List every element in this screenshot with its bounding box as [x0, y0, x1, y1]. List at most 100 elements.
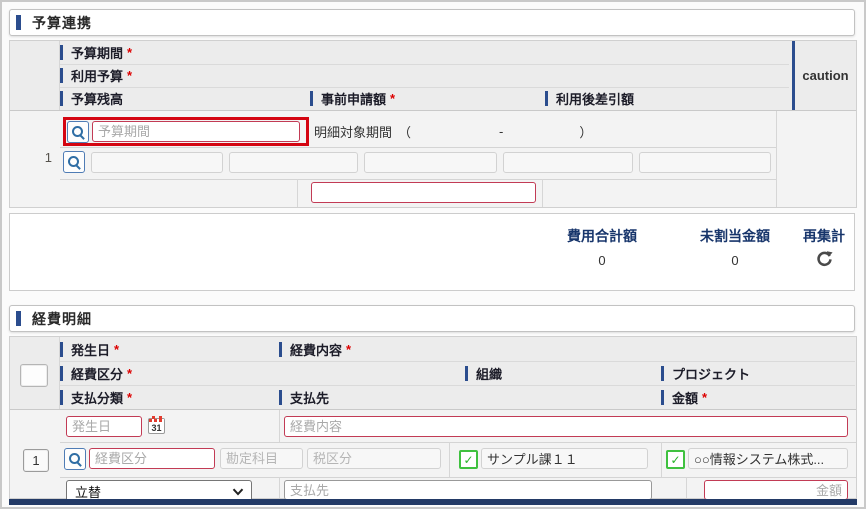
after-use-balance-label: 利用後差引額 [556, 92, 635, 107]
detail-target-period: 明細対象期間 （ - ） [314, 117, 592, 146]
project-input [688, 448, 848, 469]
recalculate-item: 再集計 [784, 226, 864, 270]
advance-request-amount-input[interactable] [311, 182, 536, 203]
search-icon-handle [75, 164, 81, 170]
header-accent-bar [545, 91, 548, 106]
header-accent-bar [60, 389, 63, 405]
expense-section-header: 経費明細 [9, 305, 855, 332]
expense-row-number-box[interactable]: 1 [23, 449, 49, 472]
budget-section-header: 予算連携 [9, 9, 855, 36]
caution-label: caution [802, 68, 849, 83]
usage-budget-input [91, 151, 223, 173]
occurrence-date-input[interactable] [66, 416, 142, 437]
calendar-day-number: 31 [151, 423, 162, 433]
header-accent-bar [310, 91, 313, 106]
account-title-input [220, 448, 303, 469]
divider [661, 442, 662, 477]
usage-budget-header-cell: 利用予算 * [60, 64, 132, 87]
divider [279, 477, 280, 498]
header-accent-bar [279, 341, 282, 357]
payee-input[interactable] [284, 480, 652, 500]
header-accent-bar [60, 365, 63, 381]
budget-balance-header-cell: 予算残高 [60, 87, 310, 110]
divider [60, 147, 776, 148]
required-mark: * [127, 389, 133, 405]
budget-header-row-period: 予算期間 * [60, 41, 789, 65]
detail-period-label: 明細対象期間 [314, 125, 393, 140]
budget-table: 予算期間 * 利用予算 * 予算残高 事前申請額 * 利用後差引額 cautio… [9, 40, 857, 208]
expense-content-input[interactable] [284, 416, 848, 437]
expense-header-row1: 発生日 * 経費内容 * [60, 337, 855, 362]
calendar-icon[interactable]: 31 [148, 416, 165, 434]
advance-request-label: 事前申請額 [321, 92, 387, 107]
totals-panel: 費用合計額 0 未割当金額 0 再集計 [9, 213, 855, 291]
amount-header-cell: 金額 * [661, 385, 707, 409]
divider [776, 111, 777, 207]
advance-request-display-input [503, 151, 633, 173]
total-cost-value: 0 [598, 253, 606, 268]
tax-class-input [307, 448, 441, 469]
chevron-down-icon [232, 488, 244, 495]
after-use-balance-header-cell: 利用後差引額 [545, 87, 634, 110]
divider [279, 410, 280, 442]
organization-checkbox[interactable]: ✓ [459, 450, 478, 469]
divider [449, 442, 450, 477]
expense-table: 発生日 * 経費内容 * 経費区分 * 組織 プロジェクト 支払分類 * 支払先… [9, 336, 857, 503]
section-accent-bar [16, 15, 21, 30]
occurrence-date-header-cell: 発生日 * [60, 337, 279, 361]
organization-label: 組織 [476, 366, 503, 382]
header-accent-bar [661, 365, 664, 381]
organization-header-cell: 組織 [465, 361, 661, 385]
expense-category-input[interactable] [89, 448, 215, 469]
check-icon: ✓ [670, 452, 681, 467]
divider [686, 477, 687, 498]
required-mark: * [390, 91, 396, 106]
budget-period-label: 予算期間 [71, 46, 124, 61]
expense-category-search-button[interactable] [64, 448, 86, 470]
payee-header-cell: 支払先 [279, 385, 661, 409]
check-icon: ✓ [463, 452, 474, 467]
header-accent-bar [661, 389, 664, 405]
required-mark: * [346, 341, 352, 357]
expense-header-row3: 支払分類 * 支払先 金額 * [60, 385, 855, 409]
expense-category-label: 経費区分 [71, 366, 124, 382]
expense-category-header-cell: 経費区分 * [60, 361, 465, 385]
usage-budget-line [63, 151, 771, 173]
header-accent-bar [60, 68, 63, 83]
amount-input[interactable] [704, 480, 848, 500]
budget-period-header-cell: 予算期間 * [60, 41, 132, 64]
occurrence-date-label: 発生日 [71, 342, 111, 358]
header-accent-bar [465, 365, 468, 381]
divider [297, 179, 298, 207]
expense-content-header-cell: 経費内容 * [279, 337, 351, 361]
recalculate-button[interactable] [784, 250, 864, 270]
total-cost-item: 費用合計額 0 [542, 226, 662, 268]
usage-budget-sub-input [229, 151, 358, 173]
budget-balance-input [364, 151, 497, 173]
expense-form-screen: 予算連携 予算期間 * 利用予算 * 予算残高 事前申請額 * 利用後差引額 c… [0, 0, 866, 509]
expense-row-number: 1 [32, 453, 40, 468]
search-icon-handle [76, 461, 82, 467]
budget-period-input[interactable] [92, 121, 300, 142]
usage-budget-search-button[interactable] [63, 151, 85, 173]
budget-period-search-button[interactable] [67, 120, 89, 143]
select-all-rows-box[interactable] [20, 364, 48, 387]
required-mark: * [114, 341, 120, 357]
project-checkbox[interactable]: ✓ [666, 450, 685, 469]
required-mark: * [127, 45, 133, 60]
caution-column-header: caution [792, 41, 856, 110]
total-cost-label: 費用合計額 [567, 228, 637, 244]
expense-header-row2: 経費区分 * 組織 プロジェクト [60, 361, 855, 386]
divider [60, 477, 856, 478]
recalculate-label: 再集計 [803, 228, 845, 244]
unallocated-amount-item: 未割当金額 0 [675, 226, 795, 268]
amount-label: 金額 [672, 390, 699, 406]
unallocated-amount-value: 0 [731, 253, 739, 268]
header-accent-bar [60, 91, 63, 106]
project-header-cell: プロジェクト [661, 361, 750, 385]
header-accent-bar [60, 341, 63, 357]
unallocated-amount-label: 未割当金額 [700, 228, 770, 244]
expense-content-label: 経費内容 [290, 342, 343, 358]
budget-header-row-usage: 利用予算 * [60, 64, 789, 88]
divider [60, 179, 776, 180]
